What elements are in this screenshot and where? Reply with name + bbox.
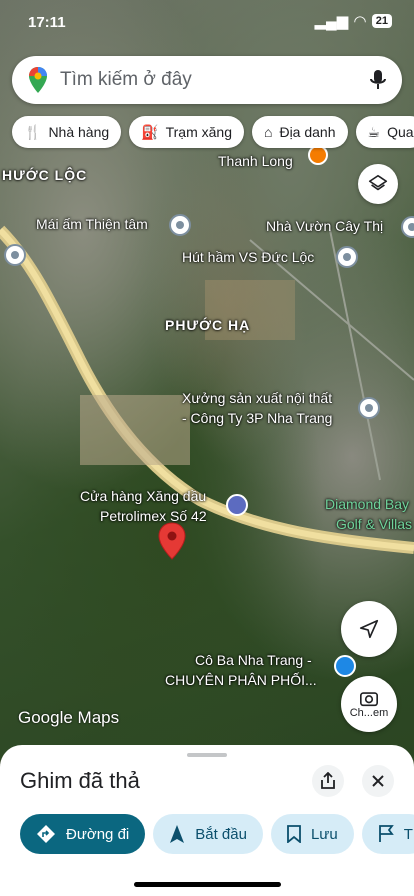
flag-icon xyxy=(378,825,394,842)
map-view[interactable]: HƯỚC LỘC Thanh Long Mái ấm Thiện tâm Nhà… xyxy=(0,0,414,760)
status-bar: 17:11 ▂▄▆ ◠ 21 xyxy=(0,0,414,46)
status-time: 17:11 xyxy=(28,14,66,31)
restaurant-pin-icon[interactable] xyxy=(308,145,328,165)
battery-icon: 21 xyxy=(371,14,392,28)
bottom-sheet[interactable]: Ghim đã thả Đường đi Bắt đầu Lưu T xyxy=(0,745,414,896)
map-label-petro-1[interactable]: Cửa hàng Xăng dầu xyxy=(80,488,206,504)
camera-icon xyxy=(360,692,378,707)
layers-button[interactable] xyxy=(358,164,398,204)
start-button[interactable]: Bắt đầu xyxy=(153,814,263,854)
signal-icon: ▂▄▆ xyxy=(314,13,349,30)
dropped-pin-icon[interactable] xyxy=(158,522,186,560)
map-label-diamond-1[interactable]: Diamond Bay xyxy=(325,496,409,512)
label-button[interactable]: T xyxy=(361,814,414,854)
gas-station-icon: ⛽ xyxy=(141,123,159,140)
close-button[interactable] xyxy=(362,765,394,797)
map-label-diamond-2[interactable]: Golf & Villas xyxy=(336,516,412,532)
map-label-xuong-2[interactable]: - Công Ty 3P Nha Trang xyxy=(182,410,332,426)
place-pin-icon[interactable] xyxy=(358,397,380,419)
chip-landmarks[interactable]: ⌂ Địa danh xyxy=(251,116,348,148)
sheet-title: Ghim đã thả xyxy=(20,768,140,793)
church-pin-icon[interactable] xyxy=(4,244,26,266)
map-label-xuong-1[interactable]: Xưởng sản xuất nội thất xyxy=(182,390,332,406)
action-label: T xyxy=(403,825,413,843)
map-label-phuoc-ha: PHƯỚC HẠ xyxy=(165,317,251,333)
search-bar[interactable]: Tìm kiếm ở đây xyxy=(12,56,402,104)
close-icon xyxy=(372,775,384,787)
share-button[interactable] xyxy=(312,765,344,797)
layers-icon xyxy=(368,174,388,191)
chip-label: Trạm xăng xyxy=(165,124,232,140)
google-maps-logo: Google Maps xyxy=(18,708,120,727)
action-label: Đường đi xyxy=(66,825,130,843)
google-maps-pin-icon xyxy=(29,67,47,93)
navigation-icon xyxy=(170,825,185,843)
map-label-coba-1[interactable]: Cô Ba Nha Trang - xyxy=(195,652,312,668)
home-indicator[interactable] xyxy=(134,882,281,887)
share-icon xyxy=(321,772,335,789)
restaurant-icon: 🍴 xyxy=(24,123,42,140)
my-location-button[interactable] xyxy=(341,601,397,657)
action-buttons: Đường đi Bắt đầu Lưu T xyxy=(20,814,414,854)
chip-label: Địa danh xyxy=(279,124,336,140)
category-chips: 🍴 Nhà hàng ⛽ Trạm xăng ⌂ Địa danh ☕ Qua xyxy=(12,116,414,148)
map-label-coba-2[interactable]: CHUYÊN PHÂN PHỐI... xyxy=(165,672,317,688)
map-label-mai-am[interactable]: Mái ấm Thiện tâm xyxy=(36,216,148,232)
chip-label: Nhà hàng xyxy=(48,124,110,140)
search-input[interactable]: Tìm kiếm ở đây xyxy=(60,69,192,91)
microphone-icon[interactable] xyxy=(370,69,386,91)
chip-coffee[interactable]: ☕ Qua xyxy=(355,116,414,148)
shop-pin-icon[interactable] xyxy=(334,655,356,677)
chip-gas-stations[interactable]: ⛽ Trạm xăng xyxy=(129,116,244,148)
map-label-petro-2[interactable]: Petrolimex Số 42 xyxy=(100,508,207,524)
lens-label: Ch...em xyxy=(349,707,389,719)
location-arrow-icon xyxy=(359,619,379,639)
chip-restaurants[interactable]: 🍴 Nhà hàng xyxy=(12,116,122,148)
chip-label: Qua xyxy=(387,124,414,140)
gas-station-pin-icon[interactable] xyxy=(226,494,248,516)
map-label-phuoc-loc: HƯỚC LỘC xyxy=(2,167,88,183)
lens-button[interactable]: Ch...em xyxy=(341,676,397,732)
coffee-icon: ☕ xyxy=(367,123,381,140)
directions-button[interactable]: Đường đi xyxy=(20,814,146,854)
map-label-hut-ham[interactable]: Hút hầm VS Đức Lộc xyxy=(182,249,314,265)
save-button[interactable]: Lưu xyxy=(270,814,354,854)
place-pin-icon[interactable] xyxy=(169,214,191,236)
action-label: Bắt đầu xyxy=(195,825,247,843)
action-label: Lưu xyxy=(310,825,338,843)
landmark-icon: ⌂ xyxy=(263,124,273,140)
sheet-drag-handle[interactable] xyxy=(187,753,227,757)
directions-icon xyxy=(37,825,55,843)
bookmark-icon xyxy=(287,825,301,843)
place-pin-icon[interactable] xyxy=(336,246,358,268)
map-label-thanh-long[interactable]: Thanh Long xyxy=(218,153,293,169)
map-label-nha-vuon[interactable]: Nhà Vườn Cây Thị xyxy=(266,218,383,234)
wifi-icon: ◠ xyxy=(354,13,366,30)
